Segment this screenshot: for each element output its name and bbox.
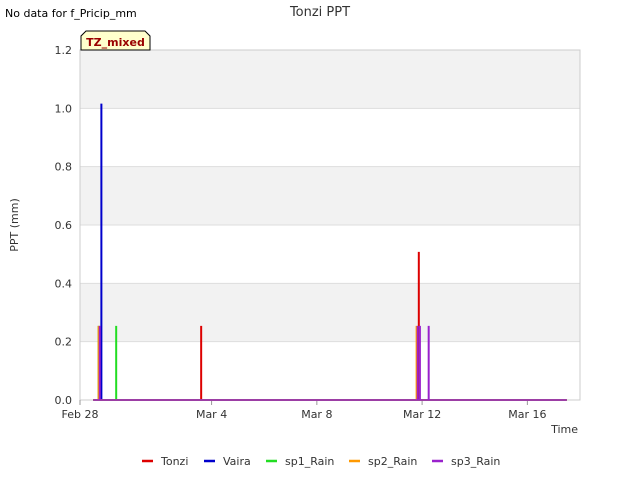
legend-label-sp1_Rain: sp1_Rain [285,455,334,468]
background-band [80,50,580,109]
x-tick-label: Mar 12 [403,408,441,421]
y-tick-label: 1.2 [55,44,73,57]
series-lines [93,103,567,401]
site-badge: TZ_mixed [80,30,151,51]
ppt-chart: Tonzi PPT 0.0 0.2 0.4 0.6 0.8 1.0 1.2 Feb 28 Ma… [8,5,581,468]
legend-label-sp3_Rain: sp3_Rain [451,455,500,468]
background-bands [80,50,580,342]
background-band [80,283,580,342]
legend-label-Tonzi: Tonzi [160,455,188,468]
y-tick-label: 0.8 [55,161,73,174]
badge-label: TZ_mixed [86,36,145,49]
y-tick-label: 0.4 [55,277,73,290]
y-tick-label: 0.2 [55,336,73,349]
x-tick-label: Mar 4 [196,408,227,421]
legend: Tonzi Vaira sp1_Rain sp2_Rain sp3_Rain [142,455,500,468]
x-tick-label: Mar 16 [508,408,546,421]
y-axis-label: PPT (mm) [8,198,21,252]
chart-title: Tonzi PPT [289,5,350,20]
legend-label-sp2_Rain: sp2_Rain [368,455,417,468]
background-band [80,166,580,225]
y-tick-label: 1.0 [55,102,73,115]
x-tick-label: Feb 28 [62,408,99,421]
y-tick-label: 0.0 [55,394,73,407]
x-axis-ticks: Feb 28 Mar 4 Mar 8 Mar 12 Mar 16 [62,400,546,421]
legend-label-Vaira: Vaira [223,455,251,468]
x-tick-label: Mar 8 [301,408,332,421]
x-axis-label: Time [550,423,578,436]
y-axis-ticks: 0.0 0.2 0.4 0.6 0.8 1.0 1.2 [55,44,73,407]
y-tick-label: 0.6 [55,219,73,232]
